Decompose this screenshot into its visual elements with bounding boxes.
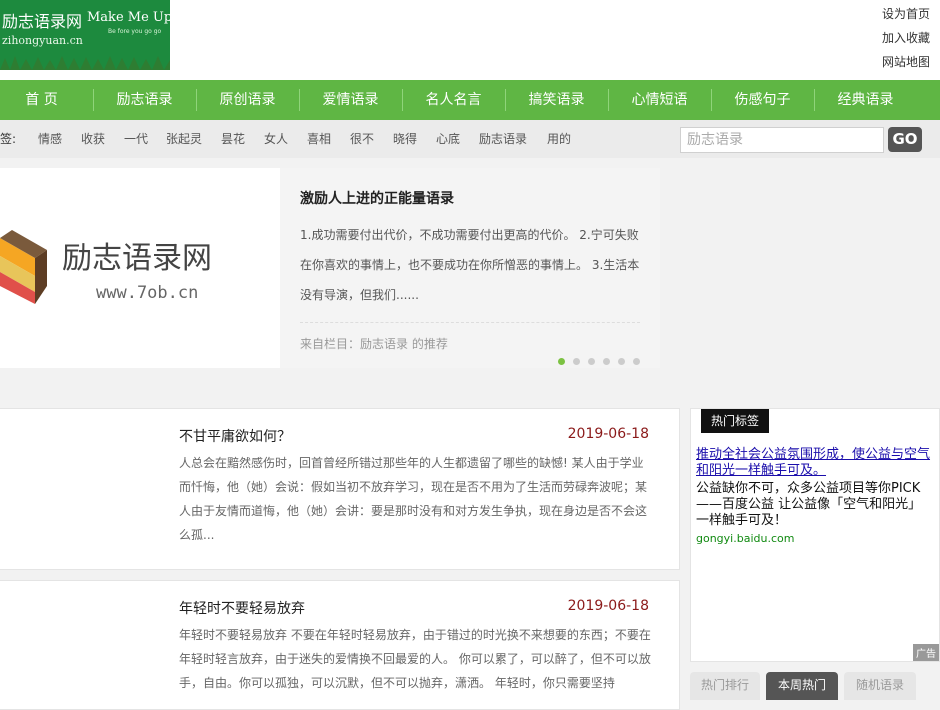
nav-item-sad[interactable]: 伤感句子 bbox=[711, 80, 814, 120]
tag-link[interactable]: 很不 bbox=[350, 120, 374, 158]
featured-slider: 励志语录网 www.7ob.cn 激励人上进的正能量语录 1.成功需要付出代价，… bbox=[0, 168, 660, 368]
nav-item-funny[interactable]: 搞笑语录 bbox=[505, 80, 608, 120]
article-title[interactable]: 不甘平庸欲如何？ bbox=[179, 426, 291, 446]
ad-title-link[interactable]: 推动全社会公益氛围形成，使公益与空气和阳光一样触手可及。 bbox=[696, 447, 934, 479]
logo-brand-cn: 励志语录网 bbox=[2, 12, 83, 31]
slider-dot[interactable] bbox=[618, 358, 625, 365]
ad-url[interactable]: gongyi.baidu.com bbox=[696, 531, 934, 547]
search-go-button[interactable]: GO bbox=[888, 127, 922, 152]
nav-item-mood[interactable]: 心情短语 bbox=[608, 80, 711, 120]
tag-link[interactable]: 励志语录 bbox=[479, 120, 527, 158]
dashed-divider bbox=[300, 322, 640, 323]
tag-link[interactable]: 用的 bbox=[547, 120, 571, 158]
slider-dot[interactable] bbox=[633, 358, 640, 365]
featured-source: 来自栏目：励志语录 的推荐 bbox=[300, 337, 448, 351]
tab-weekly-hot[interactable]: 本周热门 bbox=[766, 672, 838, 700]
tab-hot-ranking[interactable]: 热门排行 bbox=[690, 672, 760, 700]
tag-bar-label: 标签: bbox=[0, 132, 17, 146]
site-header: 励志语录网 Make Me Up! Be fore you go go ziho… bbox=[0, 0, 940, 80]
article-title[interactable]: 年轻时不要轻易放弃 bbox=[179, 598, 305, 618]
slider-dot[interactable] bbox=[603, 358, 610, 365]
article-date: 2019-06-18 bbox=[567, 598, 649, 614]
tag-link[interactable]: 情感 bbox=[38, 120, 62, 158]
ad-description: 公益缺你不可，众多公益项目等你PICK——百度公益 让公益像「空气和阳光」一样触… bbox=[696, 481, 922, 528]
slider-dot[interactable] bbox=[573, 358, 580, 365]
sidebar-hot-tags: 热门标签 推动全社会公益氛围形成，使公益与空气和阳光一样触手可及。 公益缺你不可… bbox=[690, 408, 940, 662]
nav-item-love[interactable]: 爱情语录 bbox=[299, 80, 402, 120]
tag-link[interactable]: 一代 bbox=[124, 120, 148, 158]
slider-dot[interactable] bbox=[558, 358, 565, 365]
featured-image[interactable]: 励志语录网 www.7ob.cn bbox=[0, 168, 280, 368]
hot-tags-heading: 热门标签 bbox=[701, 409, 770, 433]
nav-item-famous-quotes[interactable]: 名人名言 bbox=[402, 80, 505, 120]
logo-brand-en: Make Me Up! bbox=[87, 10, 170, 25]
tag-link[interactable]: 女人 bbox=[264, 120, 288, 158]
tag-link[interactable]: 心底 bbox=[436, 120, 460, 158]
nav-item-home[interactable]: 首 页 bbox=[0, 80, 93, 120]
slider-pagination bbox=[558, 350, 648, 369]
article-card: 年轻时不要轻易放弃 2019-06-18 年轻时不要轻易放弃 不要在年轻时轻易放… bbox=[0, 580, 680, 710]
add-favorite-link[interactable]: 加入收藏 bbox=[870, 26, 930, 50]
logo-slogan: Be fore you go go bbox=[108, 28, 162, 35]
tag-link[interactable]: 昙花 bbox=[221, 120, 245, 158]
search-input[interactable]: 励志语录 bbox=[680, 127, 884, 153]
article-excerpt: 年轻时不要轻易放弃 不要在年轻时轻易放弃，由于错过的时光换不来想要的东西；不要在… bbox=[179, 628, 651, 690]
tag-link[interactable]: 喜相 bbox=[307, 120, 331, 158]
logo-url: zihongyuan.cn bbox=[2, 34, 83, 47]
featured-text-panel: 激励人上进的正能量语录 1.成功需要付出代价，不成功需要付出更高的代价。 2.宁… bbox=[280, 168, 660, 368]
set-homepage-link[interactable]: 设为首页 bbox=[870, 2, 930, 26]
ranking-tabs: 热门排行 本周热门 随机语录 bbox=[690, 672, 940, 700]
top-links: 设为首页 加入收藏 网站地图 bbox=[870, 2, 930, 74]
tag-link[interactable]: 晓得 bbox=[393, 120, 417, 158]
site-logo[interactable]: 励志语录网 Make Me Up! Be fore you go go ziho… bbox=[0, 0, 170, 70]
tag-link[interactable]: 收获 bbox=[81, 120, 105, 158]
featured-title[interactable]: 激励人上进的正能量语录 bbox=[300, 188, 454, 208]
ad-label-badge: 广告 bbox=[913, 644, 939, 661]
trees-decoration-icon bbox=[0, 56, 170, 70]
slider-dot[interactable] bbox=[588, 358, 595, 365]
article-date: 2019-06-18 bbox=[567, 426, 649, 442]
nav-item-original[interactable]: 原创语录 bbox=[196, 80, 299, 120]
tab-random-quotes[interactable]: 随机语录 bbox=[844, 672, 916, 700]
pencil-logo-icon: 励志语录网 www.7ob.cn bbox=[0, 230, 212, 304]
nav-item-classic[interactable]: 经典语录 bbox=[814, 80, 917, 120]
svg-text:www.7ob.cn: www.7ob.cn bbox=[96, 283, 198, 303]
featured-excerpt: 1.成功需要付出代价，不成功需要付出更高的代价。 2.宁可失败在你喜欢的事情上，… bbox=[300, 228, 640, 302]
tag-link[interactable]: 张起灵 bbox=[166, 120, 202, 158]
article-excerpt: 人总会在黯然感伤时，回首曾经所错过那些年的人生都遗留了哪些的缺憾! 某人由于学业… bbox=[179, 456, 648, 542]
article-card: 不甘平庸欲如何？ 2019-06-18 人总会在黯然感伤时，回首曾经所错过那些年… bbox=[0, 408, 680, 570]
svg-text:励志语录网: 励志语录网 bbox=[62, 241, 212, 276]
ad-box[interactable]: 推动全社会公益氛围形成，使公益与空气和阳光一样触手可及。 公益缺你不可，众多公益… bbox=[691, 445, 939, 575]
main-nav: 首 页 励志语录 原创语录 爱情语录 名人名言 搞笑语录 心情短语 伤感句子 经… bbox=[0, 80, 940, 120]
nav-item-inspirational[interactable]: 励志语录 bbox=[93, 80, 196, 120]
sitemap-link[interactable]: 网站地图 bbox=[870, 50, 930, 74]
